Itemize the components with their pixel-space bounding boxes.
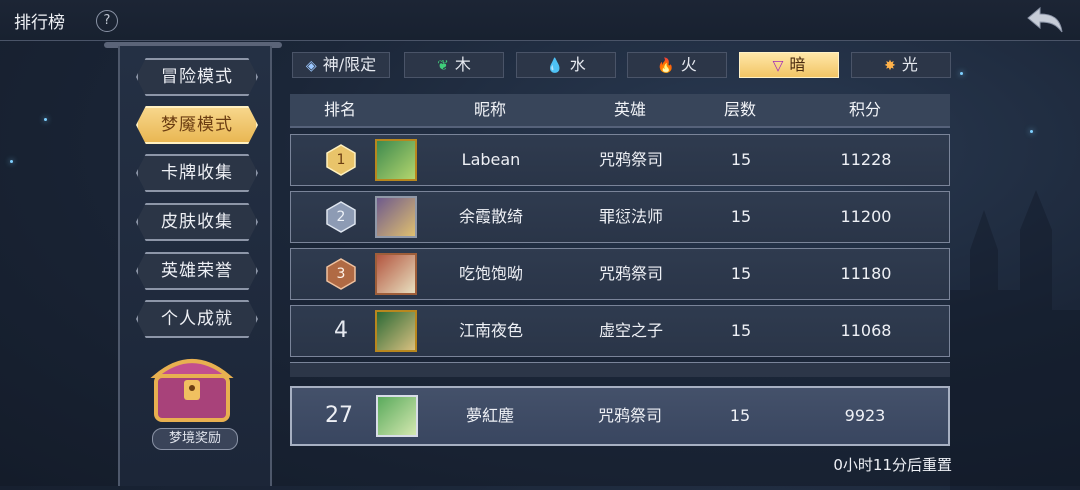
hero-name: 咒鸦祭司 — [598, 264, 663, 283]
hero-name: 咒鸦祭司 — [598, 150, 663, 169]
star-decoration — [10, 160, 13, 163]
page-title: 排行榜 — [14, 13, 65, 33]
tab-2[interactable]: ❦ 木 — [404, 52, 504, 78]
rank-value: 3 — [336, 266, 346, 282]
tab-label: 火 — [680, 55, 697, 74]
avatar[interactable] — [375, 253, 417, 295]
tab-label: 神/限定 — [322, 55, 377, 74]
element-icon: ◈ — [305, 58, 317, 74]
header-floor: 层数 — [723, 100, 756, 119]
table-row[interactable]: 2 余霞散绮 罪愆法师 15 11200 — [290, 191, 950, 243]
help-icon[interactable]: ? — [96, 10, 118, 32]
avatar[interactable] — [376, 395, 418, 437]
player-name: Labean — [461, 150, 521, 169]
star-decoration — [1030, 130, 1033, 133]
player-name: 余霞散绮 — [458, 207, 523, 226]
header-name: 昵称 — [473, 100, 506, 119]
player-name: 吃饱饱呦 — [458, 264, 523, 283]
element-icon: ▽ — [772, 58, 784, 74]
tab-label: 木 — [454, 55, 471, 74]
back-arrow-icon[interactable] — [1024, 6, 1064, 34]
table-row[interactable]: 1 Labean 咒鸦祭司 15 11228 — [290, 134, 950, 186]
tab-label: 水 — [569, 55, 586, 74]
element-icon: 🔥 — [657, 58, 675, 74]
hero-name: 罪愆法师 — [598, 207, 663, 226]
rank-value: 27 — [325, 403, 353, 428]
floor-value: 15 — [730, 150, 752, 169]
tab-5[interactable]: ▽ 暗 — [739, 52, 839, 78]
hero-name: 虚空之子 — [598, 321, 663, 340]
header-score: 积分 — [848, 100, 881, 119]
score-value: 11200 — [840, 207, 892, 226]
tab-6[interactable]: ✸ 光 — [851, 52, 951, 78]
element-icon: ❦ — [437, 58, 449, 74]
menu-item-1[interactable]: 冒险模式 — [136, 58, 258, 96]
header-rank: 排名 — [323, 100, 356, 119]
reset-timer: 0小时11分后重置 — [833, 456, 952, 474]
score-value: 11180 — [840, 264, 892, 283]
avatar[interactable] — [375, 139, 417, 181]
menu-item-6[interactable]: 个人成就 — [136, 300, 258, 338]
tab-3[interactable]: 💧 水 — [516, 52, 616, 78]
floor-value: 15 — [730, 207, 752, 226]
rank-value: 2 — [336, 209, 346, 225]
score-value: 11228 — [840, 150, 892, 169]
star-decoration — [44, 118, 47, 121]
floor-value: 15 — [729, 406, 751, 425]
rank-value: 4 — [334, 318, 348, 343]
tab-1[interactable]: ◈ 神/限定 — [292, 52, 390, 78]
my-rank-row[interactable]: 27 夢紅塵 咒鸦祭司 15 9923 — [290, 386, 950, 446]
menu-item-5[interactable]: 英雄荣誉 — [136, 252, 258, 290]
treasure-chest-icon[interactable] — [150, 346, 234, 424]
element-icon: 💧 — [546, 58, 564, 74]
top-bar: 排行榜 ? — [0, 0, 1080, 41]
floor-value: 15 — [730, 264, 752, 283]
hero-name: 咒鸦祭司 — [597, 406, 662, 425]
rank-value: 1 — [336, 152, 346, 168]
table-row[interactable]: 3 吃饱饱呦 咒鸦祭司 15 11180 — [290, 248, 950, 300]
menu-item-4[interactable]: 皮肤收集 — [136, 203, 258, 241]
table-header: 排名 昵称 英雄 层数 积分 — [290, 94, 950, 128]
menu-item-3[interactable]: 卡牌收集 — [136, 154, 258, 192]
menu-item-2[interactable]: 梦魇模式 — [136, 106, 258, 144]
castle-silhouette — [950, 190, 1080, 490]
header-hero: 英雄 — [613, 100, 646, 119]
star-decoration — [960, 72, 963, 75]
player-name: 夢紅塵 — [465, 406, 514, 425]
avatar[interactable] — [375, 196, 417, 238]
table-row-partial — [290, 362, 950, 377]
avatar[interactable] — [375, 310, 417, 352]
score-value: 11068 — [840, 321, 892, 340]
player-name: 江南夜色 — [458, 321, 523, 340]
table-row[interactable]: 4 江南夜色 虚空之子 15 11068 — [290, 305, 950, 357]
dream-reward-label[interactable]: 梦境奖励 — [152, 428, 238, 450]
tab-label: 光 — [901, 55, 918, 74]
tab-label: 暗 — [789, 55, 806, 74]
floor-value: 15 — [730, 321, 752, 340]
score-value: 9923 — [844, 406, 886, 425]
tab-4[interactable]: 🔥 火 — [627, 52, 727, 78]
element-icon: ✸ — [884, 58, 896, 74]
